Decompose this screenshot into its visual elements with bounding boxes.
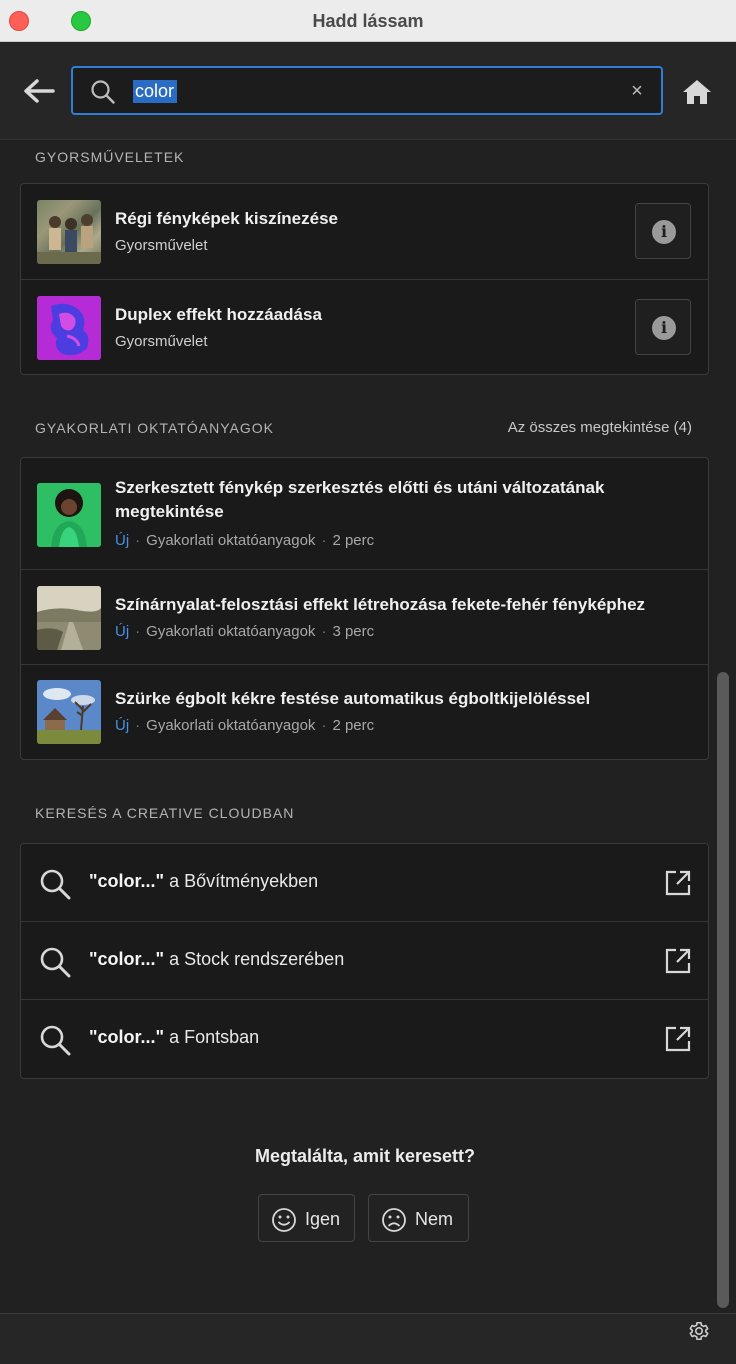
tutorial-duration: 2 perc	[332, 532, 375, 549]
quick-action-item[interactable]: Régi fényképek kiszínezése Gyorsművelet …	[21, 184, 708, 280]
feedback-yes-button[interactable]: Igen	[258, 1194, 355, 1242]
back-arrow-icon[interactable]	[22, 76, 56, 106]
tutorials-list: Szerkesztett fénykép szerkesztés előtti …	[20, 457, 709, 760]
tutorial-title: Színárnyalat-felosztási effekt létrehozá…	[115, 595, 646, 614]
quick-action-item[interactable]: Duplex effekt hozzáadása Gyorsművelet i	[21, 280, 708, 374]
frown-icon	[382, 1208, 406, 1232]
results-panel: GYORSMŰVELETEK Régi fényképek kiszínezés…	[0, 141, 736, 1313]
clear-search-button[interactable]: ×	[627, 80, 647, 102]
info-button[interactable]: i	[635, 203, 691, 259]
search-input[interactable]: color	[133, 80, 178, 103]
scrollbar-thumb[interactable]	[717, 672, 729, 1308]
sky-thumbnail	[37, 680, 101, 744]
search-icon	[91, 80, 115, 104]
new-badge: Új	[115, 717, 130, 734]
creative-cloud-title: KERESÉS A CREATIVE CLOUDBAN	[35, 805, 295, 821]
search-stock-item[interactable]: "color..." a Stock rendszerében	[21, 922, 708, 1000]
quick-action-title: Duplex effekt hozzáadása	[115, 305, 322, 324]
search-header: color ×	[0, 42, 736, 140]
search-field[interactable]: color ×	[71, 66, 663, 115]
search-fonts-label: "color..." a Fontsban	[89, 1027, 260, 1047]
search-fonts-item[interactable]: "color..." a Fontsban	[21, 1000, 708, 1078]
quick-actions-title: GYORSMŰVELETEK	[35, 149, 185, 165]
tutorial-category: Gyakorlati oktatóanyagok	[146, 532, 316, 549]
window-titlebar: Hadd lássam	[0, 0, 736, 42]
tutorial-title-line2: megtekintése	[115, 502, 224, 521]
portrait-thumbnail	[37, 483, 101, 547]
gear-icon[interactable]	[688, 1320, 710, 1342]
info-button[interactable]: i	[635, 299, 691, 355]
new-badge: Új	[115, 623, 130, 640]
window-title: Hadd lássam	[312, 11, 424, 31]
tutorials-title: GYAKORLATI OKTATÓANYAGOK	[35, 420, 274, 436]
tutorial-duration: 2 perc	[332, 717, 375, 734]
feedback-question: Megtalálta, amit keresett?	[254, 1146, 476, 1166]
see-all-tutorials-link[interactable]: Az összes megtekintése (4)	[508, 419, 692, 436]
tutorial-meta: Új · Gyakorlati oktatóanyagok · 2 perc	[115, 532, 375, 549]
quick-action-subtitle: Gyorsművelet	[115, 237, 208, 254]
info-icon: i	[652, 220, 676, 244]
search-icon	[40, 869, 71, 900]
external-link-icon	[665, 948, 691, 974]
creative-cloud-list: "color..." a Bővítményekben "color..." a…	[20, 843, 709, 1079]
tutorial-category: Gyakorlati oktatóanyagok	[146, 717, 316, 734]
quick-action-title: Régi fényképek kiszínezése	[115, 209, 339, 228]
smile-icon	[272, 1208, 296, 1232]
search-icon	[40, 1025, 71, 1056]
footer-bar	[0, 1313, 736, 1364]
duplex-thumbnail	[37, 296, 101, 360]
new-badge: Új	[115, 532, 130, 549]
info-icon: i	[652, 316, 676, 340]
feedback-no-label: Nem	[415, 1209, 454, 1229]
feedback-no-button[interactable]: Nem	[368, 1194, 469, 1242]
old-photo-thumbnail	[37, 200, 101, 264]
tutorial-meta: Új · Gyakorlati oktatóanyagok · 3 perc	[115, 623, 375, 640]
quick-action-subtitle: Gyorsművelet	[115, 333, 208, 350]
tutorial-item[interactable]: Szürke égbolt kékre festése automatikus …	[21, 665, 708, 759]
quick-actions-list: Régi fényképek kiszínezése Gyorsművelet …	[20, 183, 709, 375]
tutorial-item[interactable]: Színárnyalat-felosztási effekt létrehozá…	[21, 570, 708, 665]
search-icon	[40, 947, 71, 978]
home-icon[interactable]	[681, 78, 713, 106]
tutorial-meta: Új · Gyakorlati oktatóanyagok · 2 perc	[115, 717, 375, 734]
external-link-icon	[665, 870, 691, 896]
tutorial-title-line1: Szerkesztett fénykép szerkesztés előtti …	[115, 478, 605, 497]
feedback-yes-label: Igen	[305, 1209, 341, 1229]
tutorial-title: Szürke égbolt kékre festése automatikus …	[115, 689, 591, 708]
external-link-icon	[665, 1026, 691, 1052]
landscape-thumbnail	[37, 586, 101, 650]
tutorial-item[interactable]: Szerkesztett fénykép szerkesztés előtti …	[21, 458, 708, 570]
search-stock-label: "color..." a Stock rendszerében	[89, 949, 345, 969]
tutorial-duration: 3 perc	[332, 623, 375, 640]
search-extensions-item[interactable]: "color..." a Bővítményekben	[21, 844, 708, 922]
search-extensions-label: "color..." a Bővítményekben	[89, 871, 319, 891]
tutorial-category: Gyakorlati oktatóanyagok	[146, 623, 316, 640]
